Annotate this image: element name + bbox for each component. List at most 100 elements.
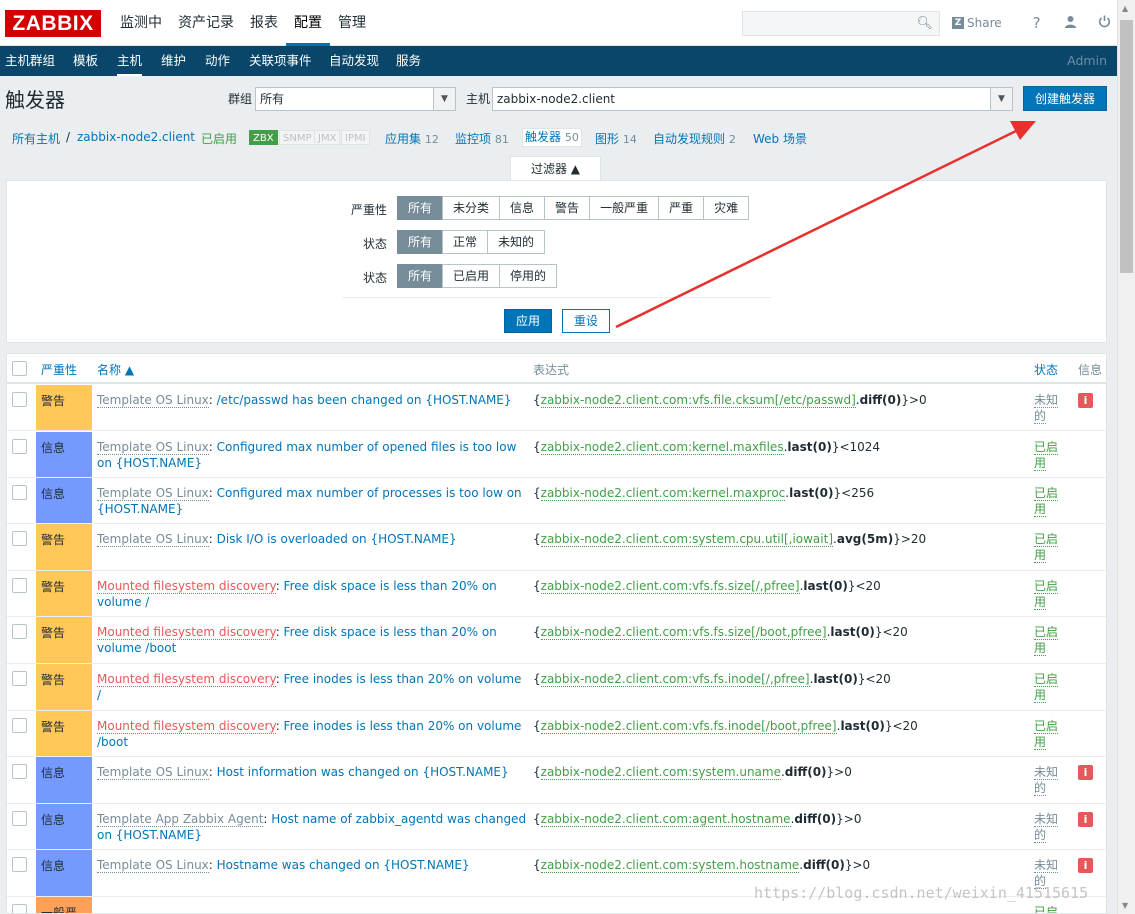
main-menu-item[interactable]: 管理 — [330, 0, 374, 46]
trigger-status-cell[interactable]: 已启用 — [1034, 904, 1064, 913]
expression-item-key[interactable]: zabbix-node2.client.com:vfs.file.cksum[/… — [540, 393, 856, 408]
trigger-status-value[interactable]: 未知的 — [1034, 812, 1059, 843]
row-checkbox[interactable] — [12, 811, 27, 826]
row-checkbox[interactable] — [12, 857, 27, 872]
name-column-header[interactable]: 名称 ▲ — [97, 361, 134, 378]
select-all-checkbox[interactable] — [12, 361, 27, 376]
filter-option-button[interactable]: 严重 — [658, 196, 705, 220]
sub-menu-item[interactable]: 主机群组 — [5, 46, 55, 76]
chevron-down-icon[interactable]: ▼ — [990, 88, 1012, 110]
filter-option-button[interactable]: 灾难 — [703, 196, 750, 220]
filter-option-button[interactable]: 停用的 — [499, 264, 558, 288]
filter-option-button[interactable]: 警告 — [544, 196, 591, 220]
row-checkbox[interactable] — [12, 392, 27, 407]
scroll-down-icon[interactable]: ▼ — [1122, 901, 1128, 910]
trigger-status-cell[interactable]: 已启用 — [1034, 671, 1064, 703]
sub-menu-item[interactable]: 维护 — [161, 46, 186, 76]
host-nav-link[interactable]: 应用集 12 — [385, 130, 439, 147]
trigger-status-cell[interactable]: 已启用 — [1034, 485, 1064, 517]
trigger-status-value[interactable]: 已启用 — [1034, 440, 1059, 471]
sub-menu-item[interactable]: 主机 — [117, 46, 143, 76]
trigger-status-cell[interactable]: 已启用 — [1034, 531, 1064, 563]
trigger-status-value[interactable]: 已启用 — [1034, 532, 1059, 563]
trigger-status-cell[interactable]: 未知的 — [1034, 811, 1064, 843]
help-icon[interactable]: ? — [1020, 14, 1054, 32]
search-input[interactable]: 🔍︎ — [742, 11, 940, 36]
trigger-template-link[interactable]: Template OS Linux — [97, 486, 209, 501]
trigger-name-link[interactable]: Host information was changed on {HOST.NA… — [217, 765, 509, 779]
row-checkbox[interactable] — [12, 485, 27, 500]
expression-item-key[interactable]: zabbix-node2.client.com:kernel.maxproc — [540, 486, 786, 501]
main-menu-item[interactable]: 配置 — [286, 0, 330, 46]
zabbix-logo[interactable]: ZABBIX — [5, 10, 101, 37]
filter-option-button[interactable]: 所有 — [397, 264, 444, 288]
trigger-status-value[interactable]: 已启用 — [1034, 486, 1059, 517]
trigger-status-cell[interactable]: 已启用 — [1034, 578, 1064, 610]
filter-option-button[interactable]: 未知的 — [487, 230, 546, 254]
scroll-up-icon[interactable]: ▲ — [1122, 4, 1128, 13]
host-nav-link[interactable]: 自动发现规则 2 — [653, 130, 736, 147]
trigger-template-link[interactable]: Template OS Linux — [97, 765, 209, 780]
row-checkbox[interactable] — [12, 904, 27, 913]
row-checkbox[interactable] — [12, 439, 27, 454]
trigger-status-cell[interactable]: 已启用 — [1034, 718, 1064, 750]
row-checkbox[interactable] — [12, 764, 27, 779]
host-nav-link[interactable]: 图形 14 — [595, 130, 637, 147]
trigger-template-link[interactable]: Mounted filesystem discovery — [97, 625, 276, 640]
main-menu-item[interactable]: 报表 — [242, 0, 286, 46]
host-nav-link[interactable]: 监控项 81 — [455, 130, 509, 147]
status-column-header[interactable]: 状态 — [1034, 361, 1058, 378]
host-nav-link[interactable]: 触发器 50 — [522, 128, 582, 147]
trigger-name-link[interactable]: Disk I/O is overloaded on {HOST.NAME} — [217, 532, 457, 546]
main-menu-item[interactable]: 监测中 — [112, 0, 170, 46]
group-select[interactable]: 所有 ▼ — [255, 87, 456, 111]
filter-option-button[interactable]: 所有 — [397, 196, 444, 220]
host-select[interactable]: zabbix-node2.client ▼ — [492, 87, 1013, 111]
scrollbar-thumb[interactable] — [1120, 20, 1133, 273]
filter-option-button[interactable]: 正常 — [442, 230, 489, 254]
trigger-status-value[interactable]: 已启用 — [1034, 905, 1059, 913]
trigger-name-link[interactable]: Hostname was changed on {HOST.NAME} — [217, 858, 470, 872]
trigger-status-cell[interactable]: 未知的 — [1034, 392, 1064, 424]
sub-menu-item[interactable]: 自动发现 — [329, 46, 379, 76]
page-scrollbar[interactable]: ▲ ▼ — [1117, 0, 1135, 914]
info-warning-icon[interactable]: i — [1078, 765, 1093, 780]
expression-item-key[interactable]: zabbix-node2.client.com:kernel.maxfiles — [540, 440, 784, 455]
main-menu-item[interactable]: 资产记录 — [170, 0, 242, 46]
trigger-template-link[interactable]: Template OS Linux — [97, 393, 209, 408]
trigger-status-value[interactable]: 已启用 — [1034, 719, 1059, 750]
apply-button[interactable]: 应用 — [504, 309, 552, 333]
trigger-name-link[interactable]: /etc/passwd has been changed on {HOST.NA… — [217, 393, 512, 407]
filter-option-button[interactable]: 已启用 — [442, 264, 501, 288]
trigger-status-cell[interactable]: 未知的 — [1034, 764, 1064, 796]
filter-tab[interactable]: 过滤器 ▲ — [510, 156, 601, 180]
row-checkbox[interactable] — [12, 671, 27, 686]
trigger-template-link[interactable]: Mounted filesystem discovery — [97, 579, 276, 594]
trigger-template-link[interactable]: Mounted filesystem discovery — [97, 719, 276, 734]
expression-item-key[interactable]: zabbix-node2.client.com:system.hostname — [540, 858, 800, 873]
filter-option-button[interactable]: 信息 — [499, 196, 546, 220]
row-checkbox[interactable] — [12, 578, 27, 593]
expression-item-key[interactable]: zabbix-node2.client.com:vfs.fs.inode[/,p… — [540, 672, 810, 687]
host-link[interactable]: zabbix-node2.client — [77, 130, 195, 144]
sub-menu-item[interactable]: 模板 — [73, 46, 98, 76]
sub-menu-item[interactable]: 服务 — [396, 46, 421, 76]
info-warning-icon[interactable]: i — [1078, 858, 1093, 873]
trigger-status-value[interactable]: 已启用 — [1034, 625, 1059, 656]
trigger-status-cell[interactable]: 已启用 — [1034, 439, 1064, 471]
trigger-status-value[interactable]: 已启用 — [1034, 579, 1059, 610]
info-warning-icon[interactable]: i — [1078, 393, 1093, 408]
chevron-down-icon[interactable]: ▼ — [433, 88, 455, 110]
reset-button[interactable]: 重设 — [562, 309, 610, 333]
sub-menu-item[interactable]: 动作 — [205, 46, 230, 76]
row-checkbox[interactable] — [12, 624, 27, 639]
expression-item-key[interactable]: zabbix-node2.client.com:vfs.fs.size[/boo… — [540, 625, 827, 640]
info-warning-icon[interactable]: i — [1078, 812, 1093, 827]
search-icon[interactable]: 🔍︎ — [916, 16, 933, 31]
trigger-template-link[interactable]: Template OS Linux — [97, 440, 209, 455]
trigger-template-link[interactable]: Template OS Linux — [97, 532, 209, 547]
trigger-status-value[interactable]: 未知的 — [1034, 765, 1059, 796]
trigger-template-link[interactable]: Template OS Linux — [97, 858, 209, 873]
sub-menu-item[interactable]: 关联项事件 — [249, 46, 312, 76]
trigger-status-cell[interactable]: 已启用 — [1034, 624, 1064, 656]
